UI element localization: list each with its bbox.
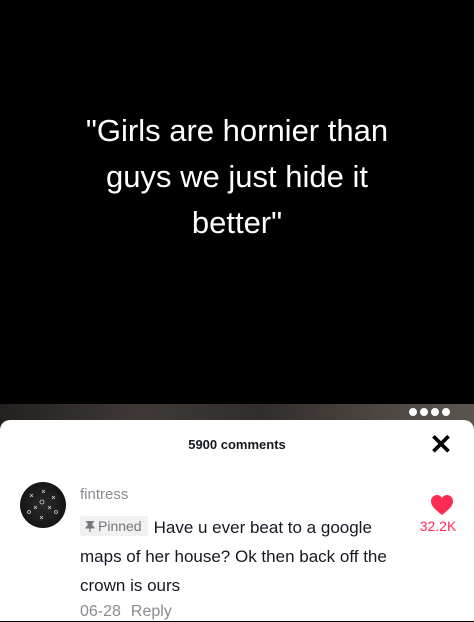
more-options-icon[interactable] bbox=[409, 408, 450, 416]
comment-count: 5900 comments bbox=[188, 437, 286, 452]
comment-meta: 06-28 Reply bbox=[80, 602, 172, 622]
close-icon[interactable]: ✕ bbox=[428, 431, 454, 459]
comment-username[interactable]: fintress bbox=[80, 486, 128, 504]
pin-icon bbox=[85, 521, 95, 532]
comment-body: Pinned Have u ever beat to a google maps … bbox=[80, 513, 405, 600]
heart-icon[interactable] bbox=[430, 494, 454, 516]
comment-date: 06-28 bbox=[80, 603, 121, 620]
video-player[interactable]: "Girls are hornier than guys we just hid… bbox=[0, 0, 474, 430]
avatar[interactable] bbox=[20, 482, 66, 528]
pinned-badge: Pinned bbox=[80, 516, 148, 536]
pinned-label: Pinned bbox=[98, 518, 142, 534]
reply-button[interactable]: Reply bbox=[131, 603, 172, 620]
video-caption: "Girls are hornier than guys we just hid… bbox=[85, 113, 389, 240]
like-count: 32.2K bbox=[419, 518, 457, 534]
